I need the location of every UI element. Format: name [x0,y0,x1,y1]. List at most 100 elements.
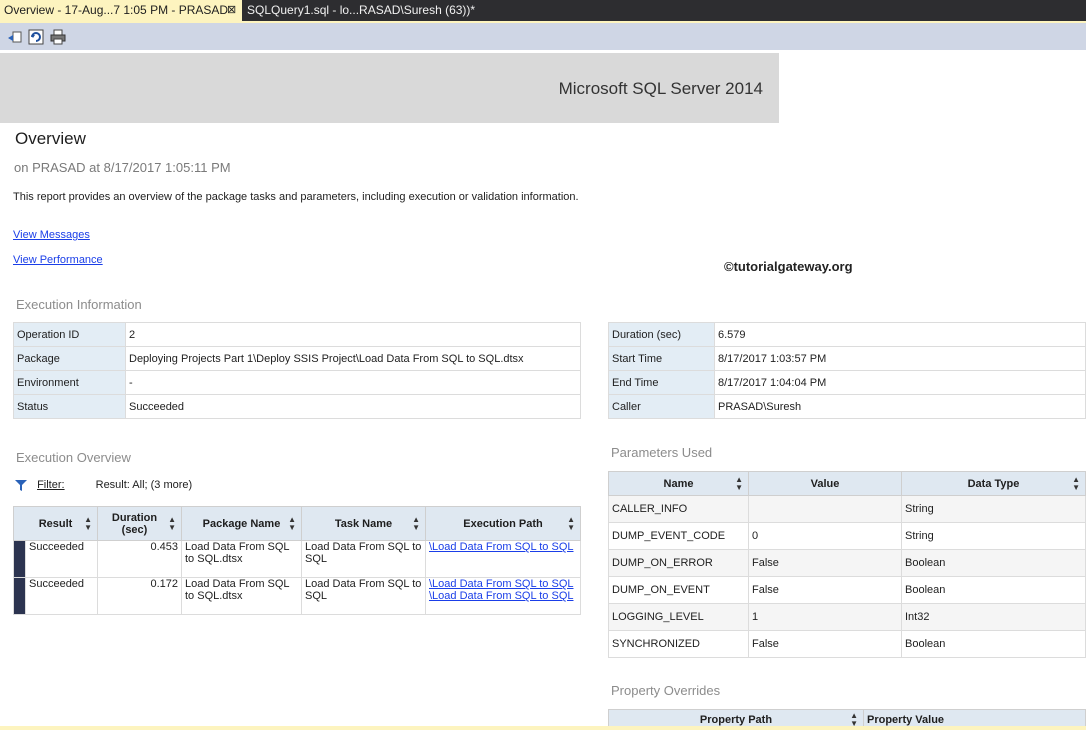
result-cell: Succeeded [25,540,98,578]
info-key: End Time [608,370,715,395]
info-key: Environment [13,370,126,395]
package-cell: Load Data From SQL to SQL.dtsx [181,577,302,615]
execution-path-cell: \Load Data From SQL to SQL \Load Data Fro… [425,577,581,615]
sort-icon[interactable]: ▲ ▼ [567,515,575,532]
info-value: Deploying Projects Part 1\Deploy SSIS Pr… [125,346,581,371]
table-row: LOGGING_LEVEL 1 Int32 [608,603,1086,631]
param-type-cell: String [901,522,1086,550]
sort-icon[interactable]: ▲ ▼ [168,515,176,532]
duration-cell: 0.453 [97,540,182,578]
watermark-text: ©tutorialgateway.org [724,259,853,274]
parameters-used-heading: Parameters Used [611,445,713,460]
column-header-value[interactable]: Value [748,471,902,496]
table-row[interactable]: Succeeded 0.453 Load Data From SQL to SQ… [13,540,581,578]
report-banner: Microsoft SQL Server 2014 [0,53,779,123]
execution-path-link[interactable]: \Load Data From SQL to SQL [429,590,574,602]
sort-icon[interactable]: ▲ ▼ [1072,475,1080,492]
refresh-icon[interactable] [28,29,44,45]
task-cell: Load Data From SQL to SQL [301,540,426,578]
param-name-cell: LOGGING_LEVEL [608,603,749,631]
info-key: Start Time [608,346,715,371]
execution-info-left-table: Operation ID 2 Package Deploying Projects … [13,322,581,419]
filter-summary: Result: All; (3 more) [95,479,193,492]
param-value-cell: 1 [748,603,902,631]
info-value: 6.579 [714,322,1086,347]
report-toolbar [0,23,1086,50]
param-value-cell: False [748,630,902,658]
tab-overview-label: Overview - 17-Aug...7 1:05 PM - PRASAD [4,3,229,17]
info-row: Start Time 8/17/2017 1:03:57 PM [608,346,1086,371]
table-row[interactable]: Succeeded 0.172 Load Data From SQL to SQ… [13,577,581,615]
column-header-label: Task Name [334,517,393,530]
info-value: 8/17/2017 1:04:04 PM [714,370,1086,395]
info-key: Duration (sec) [608,322,715,347]
column-header-duration[interactable]: Duration (sec) ▲ ▼ [97,506,182,541]
product-title: Microsoft SQL Server 2014 [558,79,763,98]
bottom-accent-bar [0,726,1086,730]
column-header-package-name[interactable]: Package Name ▲ ▼ [181,506,302,541]
column-header-name[interactable]: Name ▲ ▼ [608,471,749,496]
info-row: Package Deploying Projects Part 1\Deploy … [13,346,581,371]
table-row: DUMP_ON_EVENT False Boolean [608,576,1086,604]
column-header-label: Value [810,477,840,490]
column-header-label: Property Value [867,713,945,726]
param-name-cell: DUMP_ON_ERROR [608,549,749,577]
back-icon[interactable] [7,29,23,45]
info-value: PRASAD\Suresh [714,394,1086,419]
parameters-table: Name ▲ ▼ Value Data Type ▲ ▼ CALLER_INFO Stri… [608,471,1086,658]
table-header-row: Result ▲ ▼ Duration (sec) ▲ ▼ Package Name ▲ ▼… [13,506,581,541]
info-value: Succeeded [125,394,581,419]
info-row: Status Succeeded [13,394,581,419]
info-key: Package [13,346,126,371]
param-name-cell: CALLER_INFO [608,495,749,523]
sort-icon[interactable]: ▲ ▼ [412,515,420,532]
column-header-data-type[interactable]: Data Type ▲ ▼ [901,471,1086,496]
column-header-label: Execution Path [463,517,543,530]
param-value-cell: 0 [748,522,902,550]
tab-overview-report[interactable]: Overview - 17-Aug...7 1:05 PM - PRASAD ⊠ [0,0,242,21]
row-indicator [13,577,26,615]
param-value-cell: False [748,549,902,577]
info-row: End Time 8/17/2017 1:04:04 PM [608,370,1086,395]
sort-icon[interactable]: ▲ ▼ [84,515,92,532]
column-header-task-name[interactable]: Task Name ▲ ▼ [301,506,426,541]
tab-sqlquery[interactable]: SQLQuery1.sql - lo...RASAD\Suresh (63))* [247,0,475,21]
info-row: Environment - [13,370,581,395]
document-tab-bar: Overview - 17-Aug...7 1:05 PM - PRASAD ⊠… [0,0,1086,21]
info-key: Operation ID [13,322,126,347]
info-row: Operation ID 2 [13,322,581,347]
column-header-label: Package Name [202,517,281,530]
info-value: 2 [125,322,581,347]
package-cell: Load Data From SQL to SQL.dtsx [181,540,302,578]
filter-link[interactable]: Filter: [37,479,65,491]
sort-icon[interactable]: ▲ ▼ [288,515,296,532]
execution-overview-heading: Execution Overview [16,450,131,465]
sort-icon[interactable]: ▲ ▼ [735,475,743,492]
print-icon[interactable] [50,29,66,45]
param-value-cell [748,495,902,523]
param-value-cell: False [748,576,902,604]
column-header-label: Property Path [699,713,773,726]
param-type-cell: Int32 [901,603,1086,631]
execution-path-link[interactable]: \Load Data From SQL to SQL [429,578,574,590]
execution-overview-table: Result ▲ ▼ Duration (sec) ▲ ▼ Package Name ▲ ▼… [13,506,581,615]
column-header-execution-path[interactable]: Execution Path ▲ ▼ [425,506,581,541]
param-type-cell: String [901,495,1086,523]
param-name-cell: SYNCHRONIZED [608,630,749,658]
report-subtitle: on PRASAD at 8/17/2017 1:05:11 PM [14,160,231,175]
column-header-result[interactable]: Result ▲ ▼ [13,506,98,541]
execution-information-heading: Execution Information [16,297,142,312]
view-messages-link[interactable]: View Messages [13,229,90,241]
task-cell: Load Data From SQL to SQL [301,577,426,615]
param-type-cell: Boolean [901,549,1086,577]
info-row: Caller PRASAD\Suresh [608,394,1086,419]
filter-icon[interactable] [14,479,28,492]
execution-path-link[interactable]: \Load Data From SQL to SQL [429,541,574,553]
close-tab-icon[interactable]: ⊠ [227,0,236,21]
column-header-label: Duration (sec) [111,511,158,536]
table-row: SYNCHRONIZED False Boolean [608,630,1086,658]
report-description: This report provides an overview of the … [13,191,579,203]
view-performance-link[interactable]: View Performance [13,254,103,266]
execution-info-right-table: Duration (sec) 6.579 Start Time 8/17/2017 … [608,322,1086,419]
column-header-label: Name [663,477,694,490]
